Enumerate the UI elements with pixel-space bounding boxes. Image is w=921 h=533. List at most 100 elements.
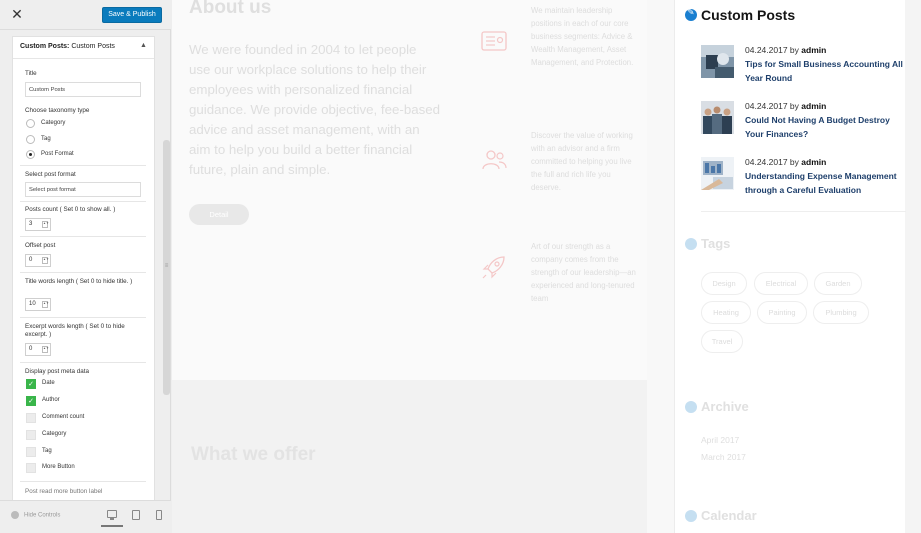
stepper-value: 3 — [29, 221, 33, 227]
stepper-value: 10 — [29, 301, 36, 307]
customizer-footer: Hide Controls — [0, 500, 171, 533]
post-by: by — [789, 157, 799, 167]
post-by: by — [789, 45, 799, 55]
hide-controls-label: Hide Controls — [24, 512, 61, 519]
mobile-preview-icon[interactable] — [156, 510, 162, 520]
site-preview: About us We were founded in 2004 to let … — [172, 0, 921, 533]
scrollbar-grip-icon[interactable]: ≡ — [164, 263, 169, 269]
edit-shortcut-icon[interactable] — [685, 8, 697, 21]
tag-pill[interactable]: Electrical — [754, 272, 808, 295]
archive-link[interactable]: April 2017 — [701, 435, 739, 445]
divider — [20, 236, 146, 237]
tags-widget-title: Tags — [685, 236, 785, 252]
radio-button[interactable] — [26, 135, 35, 144]
post-thumbnail[interactable] — [701, 101, 734, 134]
customizer-controls: Custom Posts: Custom Posts ▲ Title Custo… — [0, 30, 171, 500]
post-title-link[interactable]: Could Not Having A Budget Destroy Your F… — [745, 114, 905, 141]
section-title: Custom Posts: Custom Posts — [20, 43, 115, 50]
offset-label: Offset post — [25, 242, 56, 249]
tablet-preview-icon[interactable] — [132, 510, 140, 520]
post-thumbnail[interactable] — [701, 157, 734, 190]
radio-label: Tag — [41, 136, 51, 142]
title-field[interactable]: Custom Posts — [25, 82, 141, 97]
divider — [20, 317, 146, 318]
collapse-icon — [11, 511, 19, 519]
post-thumbnail[interactable] — [701, 45, 734, 78]
excerpt-words-label: Excerpt words length ( Set 0 to hide exc… — [25, 323, 125, 338]
check-icon[interactable]: ✓ — [26, 379, 36, 389]
post-title-link[interactable]: Understanding Expense Management through… — [745, 170, 905, 197]
list-item: 04.24.2017 by admin Could Not Having A B… — [701, 101, 911, 147]
meta-label: Display post meta data — [25, 368, 90, 375]
caret-up-icon[interactable]: ▲ — [140, 42, 147, 49]
checkbox-label: Date — [42, 380, 55, 386]
divider — [20, 165, 146, 166]
checkbox-box[interactable] — [26, 463, 36, 473]
stepper-value: 0 — [29, 346, 33, 352]
tag-pill[interactable]: Heating — [701, 301, 751, 324]
widget-title: Tags — [701, 236, 731, 251]
spinner-icon[interactable]: ▲▼ — [42, 257, 49, 264]
read-more-label: Post read more button label — [25, 488, 103, 495]
checkbox-label: Category — [42, 431, 67, 437]
post-format-select[interactable]: Select post format — [25, 182, 141, 197]
desktop-preview-icon[interactable] — [107, 510, 117, 520]
widget-title: Custom Posts — [701, 7, 796, 23]
post-author[interactable]: admin — [801, 45, 826, 55]
post-author[interactable]: admin — [801, 101, 826, 111]
widget-title: Archive — [701, 399, 749, 414]
post-author[interactable]: admin — [801, 157, 826, 167]
customizer-panel: ✕ Save & Publish Custom Posts: Custom Po… — [0, 0, 171, 533]
post-date: 04.24.2017 — [745, 101, 788, 111]
tag-pill[interactable]: Travel — [701, 330, 743, 353]
section-header[interactable]: Custom Posts: Custom Posts ▲ — [13, 37, 154, 59]
about-body: We were founded in 2004 to let people us… — [189, 42, 441, 177]
tag-pill[interactable]: Painting — [757, 301, 807, 324]
tag-pill[interactable]: Garden — [814, 272, 862, 295]
offer-title: What we offer — [191, 444, 316, 465]
spinner-icon[interactable]: ▲▼ — [42, 301, 49, 308]
post-meta: 04.24.2017 by admin — [745, 45, 826, 55]
feature-text: Discover the value of working with an ad… — [531, 131, 633, 192]
edit-shortcut-icon[interactable] — [685, 238, 697, 250]
close-icon[interactable]: ✕ — [9, 7, 25, 23]
stepper-value: 0 — [29, 257, 33, 263]
widget-section: Custom Posts: Custom Posts ▲ Title Custo… — [12, 36, 155, 500]
posts-count-stepper[interactable]: 3 ▲▼ — [25, 218, 51, 231]
checkbox-box[interactable] — [26, 430, 36, 440]
radio-button-selected[interactable] — [26, 150, 35, 159]
divider — [20, 201, 146, 202]
active-device-indicator — [101, 525, 123, 527]
widget-divider — [701, 211, 906, 212]
post-date: 04.24.2017 — [745, 45, 788, 55]
list-item: 04.24.2017 by admin Understanding Expens… — [701, 157, 911, 203]
custom-posts-widget-title: Custom Posts — [685, 7, 885, 25]
spinner-icon[interactable]: ▲▼ — [42, 221, 49, 228]
radio-button[interactable] — [26, 119, 35, 128]
title-words-label: Title words length ( Set 0 to hide title… — [25, 278, 133, 285]
check-icon[interactable]: ✓ — [26, 396, 36, 406]
document-list-icon — [481, 31, 507, 51]
save-publish-button[interactable]: Save & Publish — [102, 7, 162, 23]
detail-button[interactable]: Detail — [189, 204, 249, 225]
edit-shortcut-icon[interactable] — [685, 401, 697, 413]
rocket-icon — [482, 256, 505, 279]
checkbox-box[interactable] — [26, 447, 36, 457]
post-meta: 04.24.2017 by admin — [745, 157, 826, 167]
title-words-stepper[interactable]: 10 ▲▼ — [25, 298, 51, 311]
checkbox-box[interactable] — [26, 413, 36, 423]
post-title-link[interactable]: Tips for Small Business Accounting All Y… — [745, 58, 905, 85]
feature-text: Art of our strength as a company comes f… — [531, 242, 636, 303]
checkbox-label: Tag — [42, 448, 52, 454]
calendar-widget-title: Calendar — [685, 508, 785, 524]
archive-link[interactable]: March 2017 — [701, 452, 746, 462]
checkbox-label: Comment count — [42, 414, 85, 420]
spinner-icon[interactable]: ▲▼ — [42, 346, 49, 353]
hide-controls-button[interactable]: Hide Controls — [11, 511, 60, 519]
section-prefix: Custom Posts: — [20, 43, 70, 50]
offset-stepper[interactable]: 0 ▲▼ — [25, 254, 51, 267]
excerpt-words-stepper[interactable]: 0 ▲▼ — [25, 343, 51, 356]
edit-shortcut-icon[interactable] — [685, 510, 697, 522]
tag-pill[interactable]: Plumbing — [813, 301, 869, 324]
tag-pill[interactable]: Design — [701, 272, 747, 295]
